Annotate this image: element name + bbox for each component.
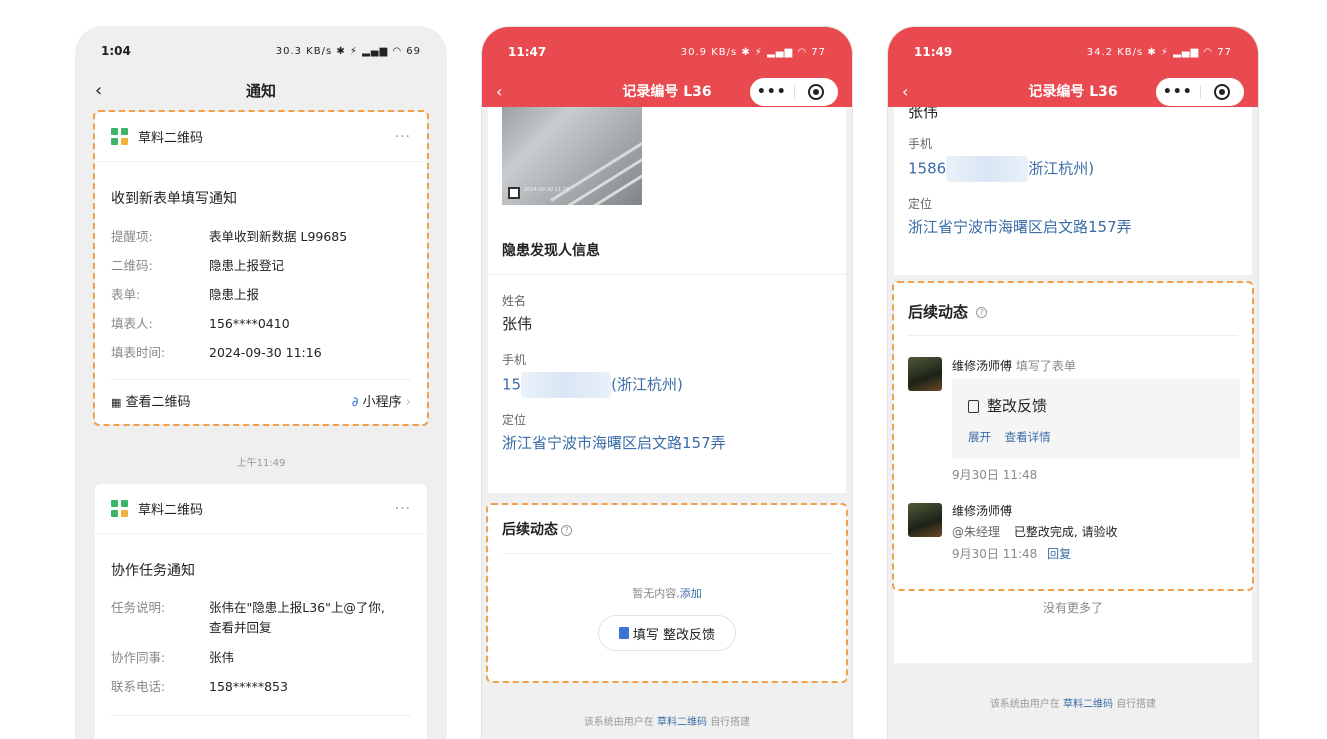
nav-bar: ‹ 通知 [75, 76, 447, 106]
page-title: 记录编号 L36 [622, 84, 712, 100]
highlight-frame [892, 281, 1254, 591]
info-row: 协作同事: 张伟 [111, 650, 235, 665]
card-title: 协作任务通知 [111, 563, 195, 579]
target-icon [1214, 84, 1231, 100]
mini-program-capsule: ••• [750, 78, 838, 106]
location-link[interactable]: 浙江省宁波市海曙区启文路157弄 [908, 216, 1132, 237]
info-row: 任务说明: 张伟在"隐患上报L36"上@了你, 查看并回复 [111, 600, 385, 635]
back-icon[interactable]: ‹ [902, 77, 908, 107]
page-title: 通知 [245, 82, 276, 100]
phone-field: 手机 15 (浙江杭州) [502, 351, 683, 398]
status-bar: 11:49 34.2 KB/s ✱ ⚡ ▂▄▆ ◠ 77 [888, 27, 1258, 77]
phone-notifications-screen: 1:04 30.3 KB/s ✱ ⚡ ▂▄▆ ◠ 69 ‹ 通知 草料二维码 ·… [75, 26, 447, 739]
divider [488, 274, 846, 275]
qr-icon [508, 187, 520, 199]
app-name: 草料二维码 [138, 503, 204, 518]
footer-note: 该系统由用户在 草料二维码 自行搭建 [583, 717, 751, 728]
section-title: 隐患发现人信息 [502, 243, 600, 259]
info-panel: 2024-09-30 11:16 隐患发现人信息 姓名 张伟 手机 15 (浙江杭… [488, 107, 846, 493]
info-row: 联系电话: 158*****853 [111, 679, 288, 694]
phone-link[interactable]: 1586 浙江杭州) [908, 156, 1094, 182]
status-bar: 1:04 30.3 KB/s ✱ ⚡ ▂▄▆ ◠ 69 [75, 26, 447, 76]
status-time: 11:47 [508, 45, 547, 59]
close-capsule-button[interactable] [795, 84, 839, 100]
phone-record-screen-followup: 张伟 手机 1586 浙江杭州) 定位 浙江省宁波市海曙区启文路157弄 11:4… [887, 26, 1259, 739]
hazard-photo[interactable]: 2024-09-30 11:16 [502, 107, 642, 205]
highlight-frame [93, 110, 429, 426]
card-header: 草料二维码 ··· [95, 484, 427, 534]
divider [111, 715, 411, 716]
back-icon[interactable]: ‹ [496, 77, 502, 107]
status-icons: 30.9 KB/s ✱ ⚡ ▂▄▆ ◠ 77 [680, 46, 826, 58]
status-bar: 11:47 30.9 KB/s ✱ ⚡ ▂▄▆ ◠ 77 [482, 27, 852, 77]
phone-record-screen-empty: 11:47 30.9 KB/s ✱ ⚡ ▂▄▆ ◠ 77 ‹ 记录编号 L36 … [481, 26, 853, 739]
status-time: 11:49 [914, 45, 953, 59]
footer-note: 该系统由用户在 草料二维码 自行搭建 [989, 699, 1157, 710]
location-field: 定位 浙江省宁波市海曙区启文路157弄 [502, 413, 726, 453]
brand-link[interactable]: 草料二维码 [1063, 699, 1113, 710]
target-icon [808, 84, 825, 100]
location-field: 定位 浙江省宁波市海曙区启文路157弄 [908, 197, 1132, 237]
message-timestamp: 上午11:49 [236, 458, 286, 469]
photo-caption: 2024-09-30 11:16 [524, 187, 570, 193]
status-icons: 30.3 KB/s ✱ ⚡ ▂▄▆ ◠ 69 [275, 45, 421, 57]
phone-link[interactable]: 15 (浙江杭州) [502, 372, 683, 398]
highlight-frame [486, 503, 848, 683]
notification-card-task[interactable]: 草料二维码 ··· 协作任务通知 任务说明: 张伟在"隐患上报L36"上@了你, 查… [95, 484, 427, 739]
status-icons: 34.2 KB/s ✱ ⚡ ▂▄▆ ◠ 77 [1086, 46, 1232, 58]
more-icon[interactable]: ··· [395, 501, 411, 517]
brand-link[interactable]: 草料二维码 [657, 717, 707, 728]
redacted-number [521, 372, 612, 398]
location-link[interactable]: 浙江省宁波市海曙区启文路157弄 [502, 432, 726, 453]
status-time: 1:04 [101, 44, 131, 58]
close-capsule-button[interactable] [1201, 84, 1245, 100]
qr-app-icon [111, 500, 128, 517]
back-icon[interactable]: ‹ [95, 76, 102, 106]
name-field: 姓名 张伟 [502, 294, 533, 333]
phone-field: 手机 1586 浙江杭州) [908, 135, 1094, 182]
info-panel: 张伟 手机 1586 浙江杭州) 定位 浙江省宁波市海曙区启文路157弄 [894, 97, 1252, 275]
more-menu-button[interactable]: ••• [750, 84, 794, 100]
page-title: 记录编号 L36 [1028, 84, 1118, 100]
no-more-text: 没有更多了 [1042, 601, 1103, 615]
mini-program-capsule: ••• [1156, 78, 1244, 106]
more-menu-button[interactable]: ••• [1156, 84, 1200, 100]
redacted-number [946, 156, 1029, 182]
